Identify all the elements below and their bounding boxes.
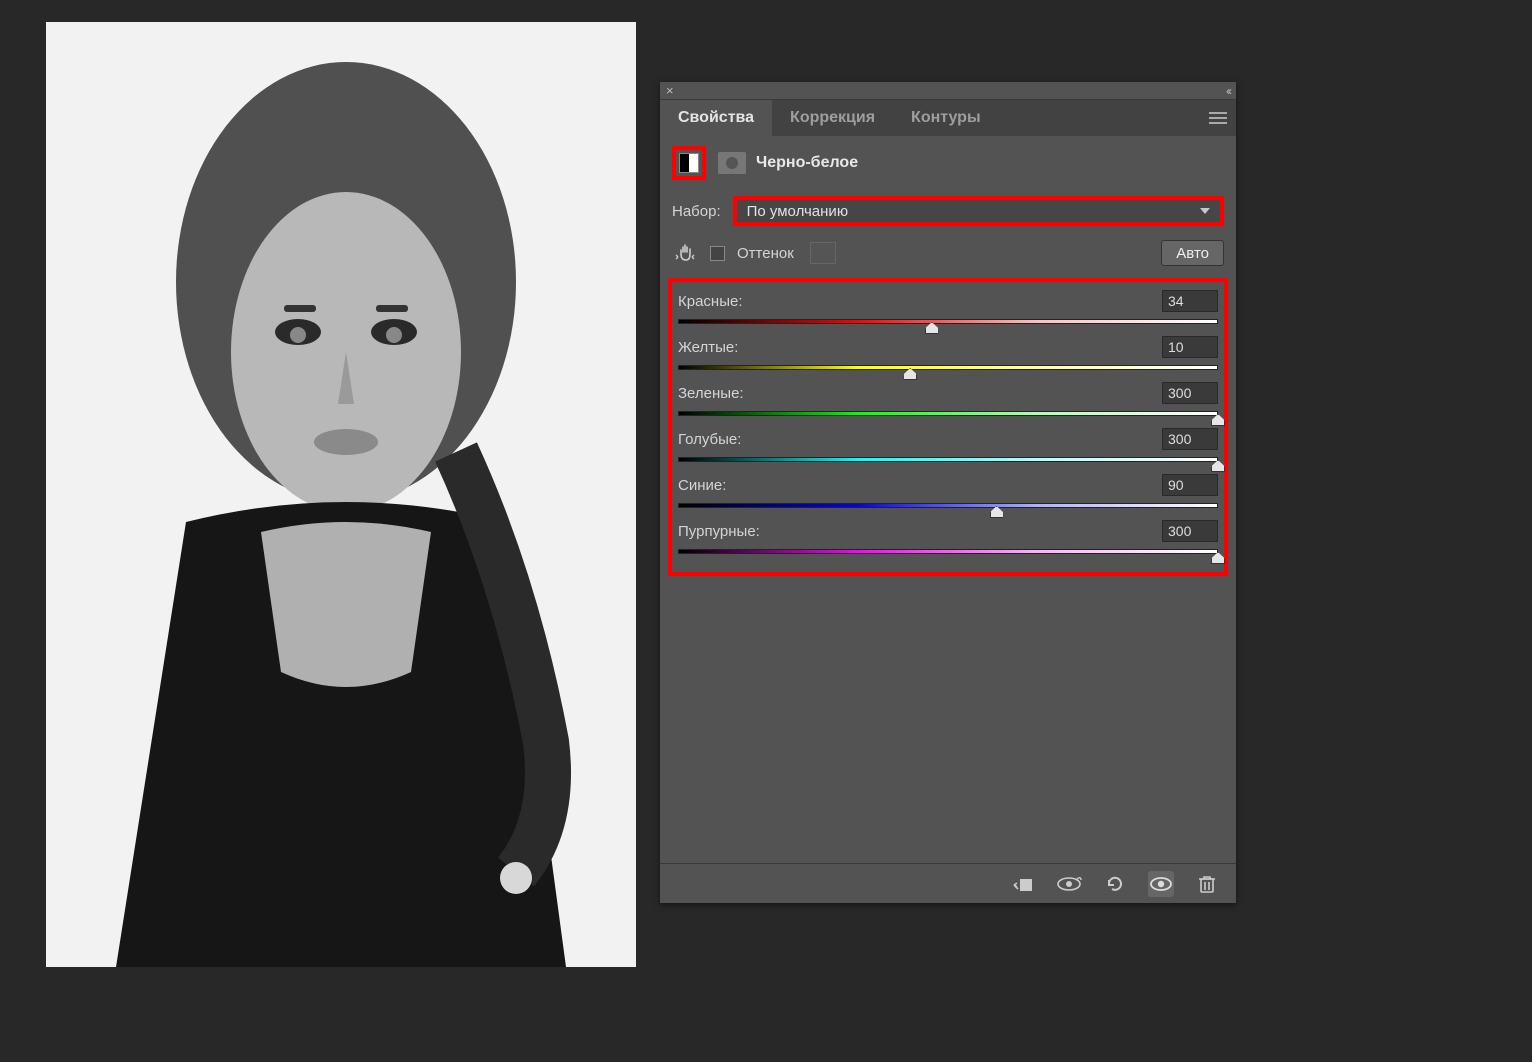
toggle-visibility-icon[interactable] (1148, 871, 1174, 897)
preset-dropdown[interactable]: По умолчанию (733, 196, 1224, 226)
reset-icon[interactable] (1102, 871, 1128, 897)
properties-panel: × ‹‹ Свойства Коррекция Контуры Черно-бе… (660, 82, 1236, 903)
slider-track-magentas[interactable] (678, 546, 1218, 556)
layer-mask-icon[interactable] (718, 152, 746, 174)
slider-value-greens[interactable] (1162, 382, 1218, 404)
slider-cyans: Голубые: (678, 422, 1218, 468)
document-canvas[interactable] (46, 22, 636, 967)
bw-icon (679, 153, 699, 173)
slider-label-reds: Красные: (678, 293, 743, 310)
slider-reds: Красные: (678, 284, 1218, 330)
slider-label-greens: Зеленые: (678, 385, 744, 402)
bw-portrait-placeholder (46, 22, 636, 967)
bw-adjustment-icon[interactable] (672, 146, 706, 180)
preset-selected: По умолчанию (747, 203, 848, 220)
adjustment-title: Черно-белое (756, 154, 858, 172)
preset-label: Набор: (672, 203, 721, 220)
tint-row: Оттенок Авто (660, 236, 1236, 278)
tint-label: Оттенок (737, 245, 794, 262)
slider-track-cyans[interactable] (678, 454, 1218, 464)
slider-track-blues[interactable] (678, 500, 1218, 510)
preset-row: Набор: По умолчанию (660, 190, 1236, 236)
slider-track-reds[interactable] (678, 316, 1218, 326)
gradient-bar (678, 549, 1218, 554)
tab-properties[interactable]: Свойства (660, 100, 772, 136)
tint-swatch[interactable] (810, 242, 836, 264)
tint-checkbox[interactable] (710, 246, 725, 261)
slider-track-yellows[interactable] (678, 362, 1218, 372)
chevron-down-icon (1200, 208, 1210, 214)
slider-label-yellows: Желтые: (678, 339, 738, 356)
slider-value-magentas[interactable] (1162, 520, 1218, 542)
gradient-bar (678, 457, 1218, 462)
panel-footer (660, 863, 1236, 903)
panel-title-bar: × ‹‹ (660, 82, 1236, 100)
slider-label-cyans: Голубые: (678, 431, 741, 448)
clip-to-layer-icon[interactable] (1010, 871, 1036, 897)
tab-bar: Свойства Коррекция Контуры (660, 100, 1236, 136)
slider-blues: Синие: (678, 468, 1218, 514)
gradient-bar (678, 365, 1218, 370)
panel-menu-icon[interactable] (1200, 117, 1236, 119)
sliders-container: Красные: Желтые: Зеленые: Голубые: Синие: Пур… (668, 278, 1228, 576)
targeted-adjust-icon[interactable] (672, 240, 698, 266)
slider-value-cyans[interactable] (1162, 428, 1218, 450)
slider-track-greens[interactable] (678, 408, 1218, 418)
slider-magentas: Пурпурные: (678, 514, 1218, 560)
slider-value-yellows[interactable] (1162, 336, 1218, 358)
slider-value-blues[interactable] (1162, 474, 1218, 496)
auto-button[interactable]: Авто (1161, 240, 1224, 266)
slider-value-reds[interactable] (1162, 290, 1218, 312)
gradient-bar (678, 319, 1218, 324)
gradient-bar (678, 503, 1218, 508)
tab-paths[interactable]: Контуры (893, 100, 999, 136)
slider-label-magentas: Пурпурные: (678, 523, 760, 540)
close-icon[interactable]: × (666, 84, 674, 97)
adjustment-header: Черно-белое (660, 136, 1236, 190)
tab-adjustments[interactable]: Коррекция (772, 100, 893, 136)
slider-greens: Зеленые: (678, 376, 1218, 422)
slider-label-blues: Синие: (678, 477, 726, 494)
view-previous-icon[interactable] (1056, 871, 1082, 897)
collapse-icon[interactable]: ‹‹ (1226, 84, 1230, 98)
slider-yellows: Желтые: (678, 330, 1218, 376)
delete-icon[interactable] (1194, 871, 1220, 897)
gradient-bar (678, 411, 1218, 416)
